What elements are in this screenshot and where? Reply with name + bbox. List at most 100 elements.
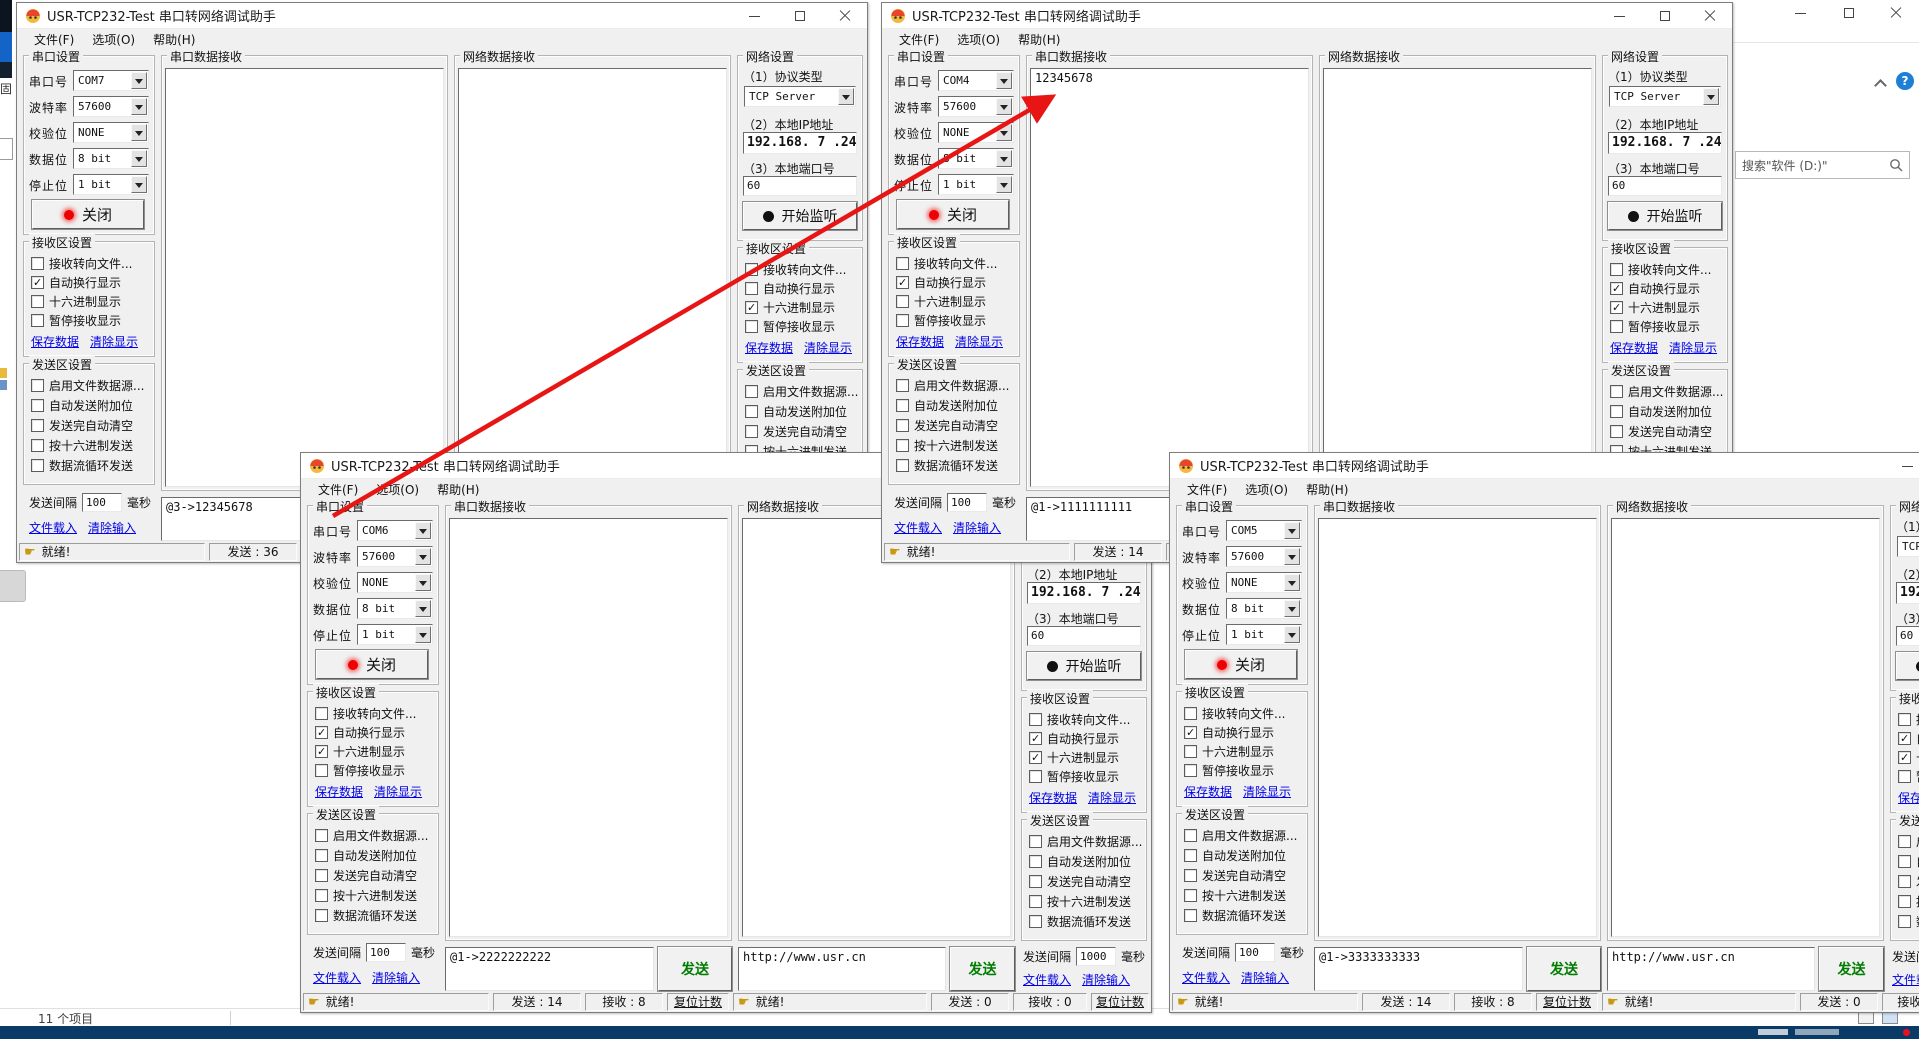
titlebar[interactable]: USR-TCP232-Test 串口转网络调试助手 xyxy=(882,3,1732,29)
close-button[interactable] xyxy=(1687,3,1732,29)
com-port-select[interactable]: COM4 xyxy=(938,70,1014,91)
network-interval-input[interactable]: 1000 xyxy=(1076,947,1116,966)
serial-receive-area[interactable] xyxy=(1318,518,1597,937)
checkbox-pause-recv[interactable] xyxy=(1610,320,1623,333)
titlebar[interactable]: USR-TCP232-Test 串口转网络调试助手 xyxy=(17,3,867,29)
save-data-link[interactable]: 保存数据 xyxy=(31,333,79,350)
network-send-input[interactable]: http://www.usr.cn xyxy=(1607,947,1815,991)
checkbox-pause-recv[interactable] xyxy=(1184,764,1197,777)
checkbox-hex-send[interactable] xyxy=(1029,895,1042,908)
checkbox-recv-to-file[interactable] xyxy=(745,263,758,276)
checkbox-hex-display[interactable] xyxy=(31,295,44,308)
checkbox-loop-send[interactable] xyxy=(315,909,328,922)
data-bits-select[interactable]: 8 bit xyxy=(1226,598,1302,619)
save-data-link[interactable]: 保存数据 xyxy=(1184,783,1232,800)
baud-rate-select[interactable]: 57600 xyxy=(1226,546,1302,567)
checkbox-auto-clear[interactable] xyxy=(1610,425,1623,438)
close-serial-button[interactable]: 关闭 xyxy=(32,200,144,229)
baud-rate-select[interactable]: 57600 xyxy=(938,96,1014,117)
checkbox-hex-send[interactable] xyxy=(31,439,44,452)
checkbox-loop-send[interactable] xyxy=(31,459,44,472)
serial-send-input[interactable]: @1->3333333333 xyxy=(1314,947,1523,991)
network-send-button[interactable]: 发送 xyxy=(950,947,1015,991)
com-port-select[interactable]: COM5 xyxy=(1226,520,1302,541)
chevron-down-icon[interactable] xyxy=(1284,548,1300,565)
chevron-down-icon[interactable] xyxy=(996,150,1012,167)
clear-input-link[interactable]: 清除输入 xyxy=(953,519,1001,536)
close-serial-button[interactable]: 关闭 xyxy=(1185,650,1297,679)
serial-send-input[interactable]: @1->2222222222 xyxy=(445,947,654,991)
checkbox-recv-to-file[interactable] xyxy=(1898,713,1911,726)
checkbox-auto-clear[interactable] xyxy=(315,869,328,882)
chevron-down-icon[interactable] xyxy=(1284,522,1300,539)
checkbox-auto-append[interactable] xyxy=(1029,855,1042,868)
load-file-link[interactable]: 文件载入 xyxy=(894,519,942,536)
listen-button[interactable]: 开始监听 xyxy=(743,202,857,230)
local-port-input[interactable]: 60 xyxy=(1896,626,1919,646)
load-file-link[interactable]: 文件载入 xyxy=(1182,969,1230,986)
chevron-down-icon[interactable] xyxy=(1284,600,1300,617)
taskbar[interactable] xyxy=(0,1026,1919,1039)
explorer-search-box[interactable]: 搜索"软件 (D:)" xyxy=(1735,151,1910,179)
network-reset-counter-link[interactable]: 复位计数 xyxy=(1091,993,1149,1011)
serial-reset-counter-link[interactable]: 复位计数 xyxy=(667,993,729,1011)
checkbox-hex-send[interactable] xyxy=(1184,889,1197,902)
clear-display-link[interactable]: 清除显示 xyxy=(374,783,422,800)
checkbox-auto-newline[interactable] xyxy=(315,726,328,739)
checkbox-hex-display[interactable] xyxy=(1610,301,1623,314)
menu-options[interactable]: 选项(O) xyxy=(83,29,144,51)
listen-button[interactable]: 开始监听 xyxy=(1896,652,1919,680)
checkbox-file-source[interactable] xyxy=(1898,835,1911,848)
serial-receive-area[interactable]: 12345678 xyxy=(1030,68,1309,487)
load-file-link[interactable]: 文件载入 xyxy=(1892,971,1919,988)
load-file-link[interactable]: 文件载入 xyxy=(29,519,77,536)
checkbox-pause-recv[interactable] xyxy=(1029,770,1042,783)
checkbox-auto-append[interactable] xyxy=(1610,405,1623,418)
chevron-down-icon[interactable] xyxy=(131,176,147,193)
checkbox-recv-to-file[interactable] xyxy=(1184,707,1197,720)
checkbox-pause-recv[interactable] xyxy=(896,314,909,327)
checkbox-file-source[interactable] xyxy=(896,379,909,392)
minimize-button[interactable] xyxy=(1597,3,1642,29)
chevron-down-icon[interactable] xyxy=(1284,626,1300,643)
checkbox-recv-to-file[interactable] xyxy=(315,707,328,720)
checkbox-auto-newline[interactable] xyxy=(1029,732,1042,745)
network-send-button[interactable]: 发送 xyxy=(1819,947,1884,991)
local-ip-input[interactable]: 192.168. 7 .242 xyxy=(1608,132,1722,154)
save-data-link[interactable]: 保存数据 xyxy=(1029,789,1077,806)
chevron-down-icon[interactable] xyxy=(415,600,431,617)
save-data-link[interactable]: 保存数据 xyxy=(896,333,944,350)
explorer-minimize-button[interactable] xyxy=(1783,0,1817,26)
chevron-down-icon[interactable] xyxy=(415,574,431,591)
checkbox-auto-newline[interactable] xyxy=(1184,726,1197,739)
network-receive-area[interactable] xyxy=(458,68,727,487)
checkbox-hex-display[interactable] xyxy=(1029,751,1042,764)
chevron-down-icon[interactable] xyxy=(838,88,854,105)
checkbox-pause-recv[interactable] xyxy=(745,320,758,333)
serial-reset-counter-link[interactable]: 复位计数 xyxy=(1536,993,1598,1011)
listen-button[interactable]: 开始监听 xyxy=(1027,652,1141,680)
serial-send-button[interactable]: 发送 xyxy=(658,947,732,991)
data-bits-select[interactable]: 8 bit xyxy=(73,148,149,169)
explorer-maximize-button[interactable] xyxy=(1832,0,1866,26)
chevron-down-icon[interactable] xyxy=(131,124,147,141)
stop-bits-select[interactable]: 1 bit xyxy=(73,174,149,195)
listen-button[interactable]: 开始监听 xyxy=(1608,202,1722,230)
menu-options[interactable]: 选项(O) xyxy=(367,479,428,501)
network-receive-area[interactable] xyxy=(1611,518,1880,937)
chevron-down-icon[interactable] xyxy=(415,522,431,539)
maximize-button[interactable] xyxy=(1642,3,1687,29)
checkbox-auto-append[interactable] xyxy=(745,405,758,418)
chevron-down-icon[interactable] xyxy=(415,548,431,565)
local-ip-input[interactable]: 192.168. 7 .242 xyxy=(1896,582,1919,604)
stop-bits-select[interactable]: 1 bit xyxy=(1226,624,1302,645)
checkbox-recv-to-file[interactable] xyxy=(31,257,44,270)
local-ip-input[interactable]: 192.168. 7 .242 xyxy=(1027,582,1141,604)
checkbox-file-source[interactable] xyxy=(1029,835,1042,848)
checkbox-auto-clear[interactable] xyxy=(896,419,909,432)
checkbox-file-source[interactable] xyxy=(31,379,44,392)
checkbox-loop-send[interactable] xyxy=(1184,909,1197,922)
checkbox-hex-display[interactable] xyxy=(745,301,758,314)
titlebar[interactable]: USR-TCP232-Test 串口转网络调试助手 xyxy=(1170,453,1919,479)
checkbox-hex-send[interactable] xyxy=(896,439,909,452)
